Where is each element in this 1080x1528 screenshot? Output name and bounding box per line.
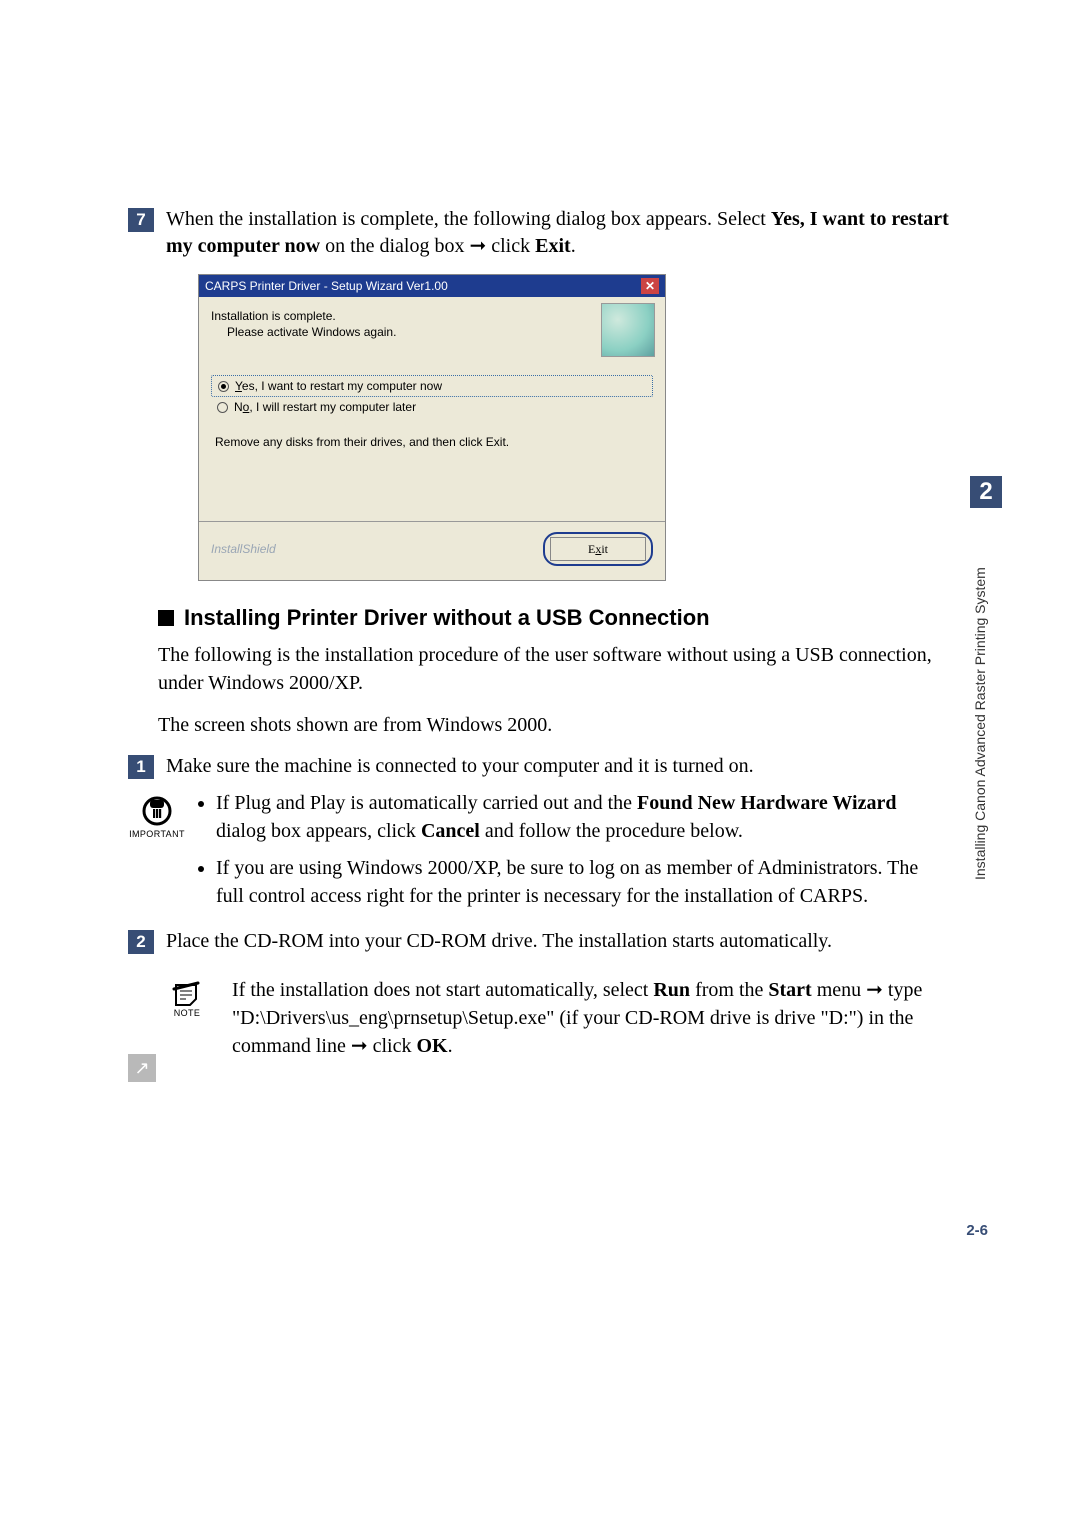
radio-restart-later: No, I will restart my computer later	[211, 397, 653, 417]
ib1-bold2: Cancel	[421, 820, 480, 842]
dialog-banner-image	[601, 303, 655, 357]
note-post: .	[448, 1035, 453, 1057]
step-number-2: 2	[128, 930, 154, 954]
important-bullet-2: If you are using Windows 2000/XP, be sur…	[216, 855, 950, 910]
page-number: 2-6	[966, 1222, 988, 1239]
note-pre: If the installation does not start autom…	[232, 979, 653, 1001]
step7-pre: When the installation is complete, the f…	[166, 208, 771, 230]
ib1-post: and follow the procedure below.	[480, 820, 743, 842]
installer-dialog-screenshot: CARPS Printer Driver - Setup Wizard Ver1…	[198, 274, 666, 581]
radio-no-pre: N	[234, 400, 243, 414]
close-icon: ✕	[641, 278, 659, 294]
important-label: IMPORTANT	[129, 830, 185, 839]
step1-text: Make sure the machine is connected to yo…	[166, 753, 754, 780]
note-text: If the installation does not start autom…	[232, 977, 950, 1060]
side-section-label: Installing Canon Advanced Raster Printin…	[972, 520, 1000, 880]
subheading-text: Installing Printer Driver without a USB …	[184, 605, 710, 631]
back-nav-icon[interactable]: ↗	[128, 1054, 156, 1082]
step7-text: When the installation is complete, the f…	[166, 206, 950, 260]
subheading-row: Installing Printer Driver without a USB …	[158, 605, 950, 631]
ib1-mid: dialog box appears, click	[216, 820, 421, 842]
note-label: NOTE	[174, 1009, 201, 1018]
chapter-tab: 2	[970, 476, 1002, 508]
step7-bold2: Exit	[535, 235, 571, 257]
dialog-title: CARPS Printer Driver - Setup Wizard Ver1…	[205, 279, 448, 293]
paragraph-intro-2: The screen shots shown are from Windows …	[158, 711, 950, 739]
ib1-pre: If Plug and Play is automatically carrie…	[216, 792, 637, 814]
radio-yes-rest: es, I want to restart my computer now	[242, 379, 442, 393]
note-bold1: Run	[653, 979, 690, 1001]
dialog-remove-disks-text: Remove any disks from their drives, and …	[215, 435, 653, 449]
step-number-7: 7	[128, 208, 154, 232]
step-number-1: 1	[128, 755, 154, 779]
radio-yes-mnemonic: Y	[235, 379, 242, 393]
square-bullet-icon	[158, 610, 174, 626]
dialog-line2: Please activate Windows again.	[227, 325, 653, 339]
note-bold2: Start	[768, 979, 811, 1001]
ib1-bold1: Found New Hardware Wizard	[637, 792, 896, 814]
exit-button: Exit	[550, 537, 646, 561]
dialog-brand: InstallShield	[211, 542, 276, 556]
step7-post: .	[571, 235, 576, 257]
important-icon	[140, 794, 174, 828]
important-bullets: If Plug and Play is automatically carrie…	[198, 790, 950, 920]
radio-restart-now: Yes, I want to restart my computer now	[211, 375, 653, 397]
exit-button-highlight: Exit	[543, 532, 653, 566]
radio-icon	[218, 381, 229, 392]
step7-mid: on the dialog box ➞ click	[320, 235, 535, 257]
note-mid1: from the	[690, 979, 768, 1001]
radio-icon	[217, 402, 228, 413]
step2-text: Place the CD-ROM into your CD-ROM drive.…	[166, 928, 832, 955]
paragraph-intro-1: The following is the installation proced…	[158, 641, 950, 697]
note-bold3: OK	[416, 1035, 447, 1057]
important-bullet-1: If Plug and Play is automatically carrie…	[216, 790, 950, 845]
radio-no-rest: , I will restart my computer later	[249, 400, 416, 414]
dialog-line1: Installation is complete.	[211, 309, 653, 323]
note-icon	[172, 981, 202, 1007]
